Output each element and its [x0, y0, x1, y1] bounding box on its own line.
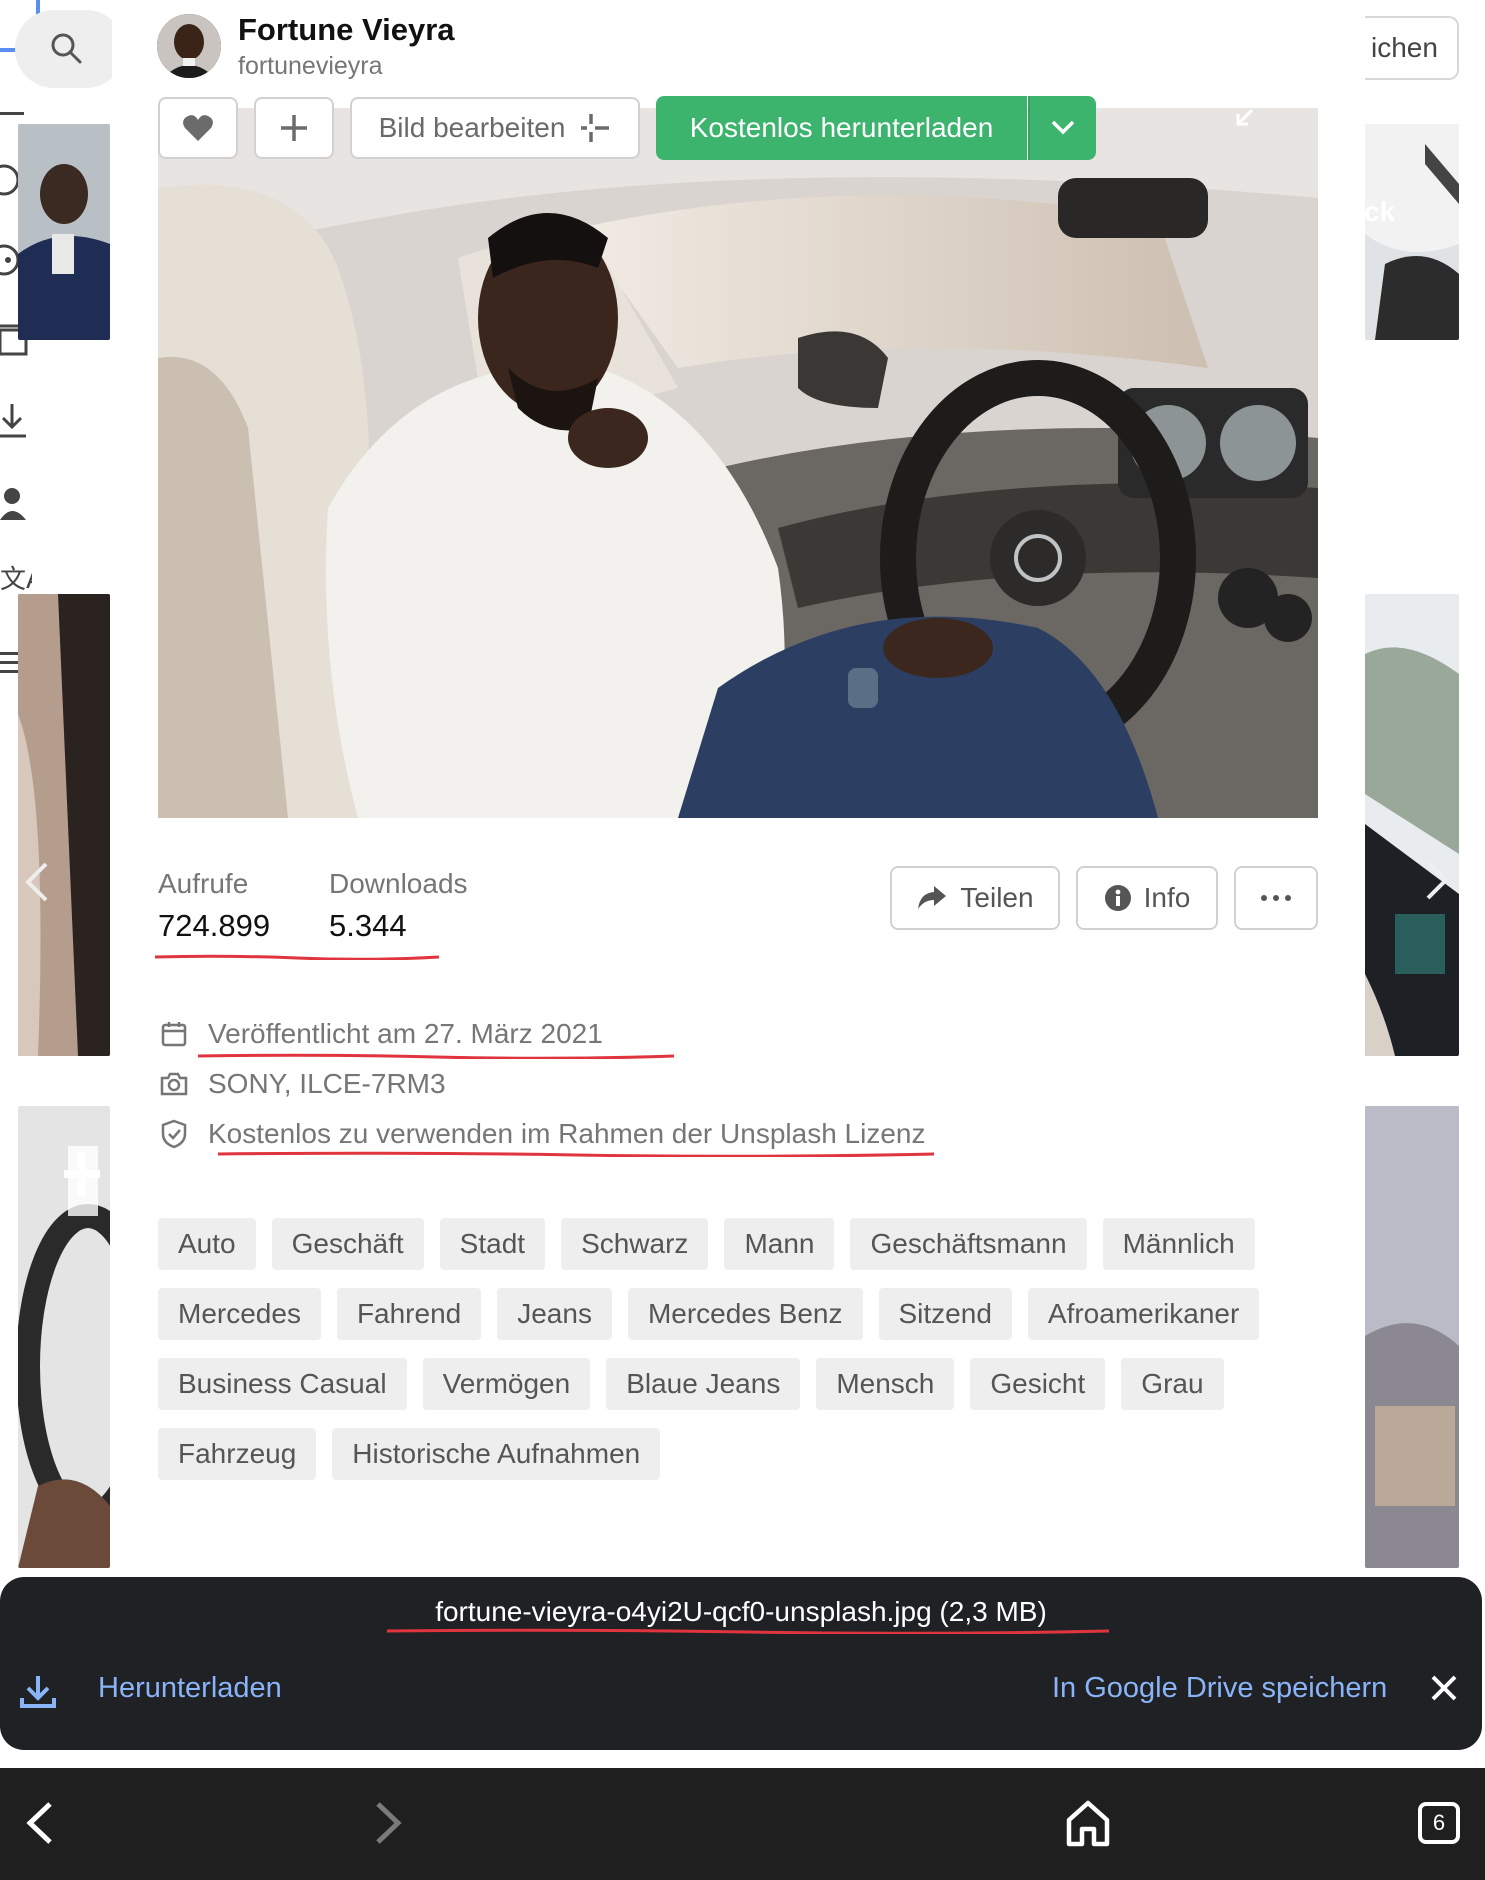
free-download-label: Kostenlos herunterladen	[689, 112, 994, 143]
background-button-partial[interactable]: ichen	[1365, 16, 1459, 80]
license-link[interactable]: Kostenlos zu verwenden im Rahmen der Uns…	[208, 1118, 926, 1150]
search-icon[interactable]	[48, 30, 84, 66]
edit-sparkle-icon	[581, 114, 610, 142]
edit-image-button[interactable]: Bild bearbeiten	[350, 97, 640, 159]
background-thumbnail[interactable]	[18, 124, 110, 340]
plus-icon	[281, 115, 307, 141]
tag-chip[interactable]: Mann	[724, 1218, 835, 1270]
tag-chip[interactable]: Grau	[1121, 1358, 1224, 1410]
background-thumbnail-caption: ck	[1364, 196, 1396, 227]
more-options-button[interactable]	[1234, 866, 1318, 930]
free-download-button[interactable]: Kostenlos herunterladen	[656, 96, 1027, 160]
forward-icon[interactable]	[362, 1798, 412, 1848]
tag-chip[interactable]: Mensch	[816, 1358, 955, 1410]
share-arrow-icon	[918, 886, 947, 909]
chevron-left-icon[interactable]	[24, 860, 50, 904]
like-button[interactable]	[158, 97, 238, 159]
edit-plus-icon[interactable]	[60, 1148, 104, 1200]
license-row: Kostenlos zu verwenden im Rahmen der Uns…	[160, 1114, 926, 1154]
download-side-icon[interactable]	[0, 400, 30, 442]
browser-nav-bar	[0, 1768, 1485, 1880]
background-thumbnail[interactable]	[1365, 1106, 1459, 1568]
tag-chip[interactable]: Blaue Jeans	[606, 1358, 801, 1410]
edit-image-label: Bild bearbeiten	[378, 112, 566, 143]
background-thumbnail[interactable]	[1365, 594, 1459, 1056]
heart-icon	[183, 115, 213, 141]
tag-chip[interactable]: Afroamerikaner	[1027, 1288, 1260, 1340]
back-icon[interactable]	[16, 1798, 66, 1848]
downloads-value: 5.344	[329, 908, 407, 943]
tag-chip[interactable]: Geschäftsmann	[850, 1218, 1087, 1270]
tag-chip[interactable]: Historische Aufnahmen	[332, 1428, 661, 1480]
close-icon[interactable]	[1428, 1672, 1460, 1704]
save-to-drive-button[interactable]: In Google Drive speichern	[1052, 1672, 1387, 1705]
main-photo[interactable]	[158, 108, 1318, 818]
tag-chip[interactable]: Jeans	[497, 1288, 612, 1340]
tag-chip[interactable]: Gesicht	[970, 1358, 1106, 1410]
info-button[interactable]: Info	[1076, 866, 1218, 930]
background-thumbnail[interactable]	[1365, 124, 1459, 340]
tag-chip[interactable]: Auto	[158, 1218, 256, 1270]
annotation-underline	[154, 954, 440, 960]
chevron-right-icon[interactable]	[1424, 858, 1450, 902]
background-thumbnail[interactable]	[18, 594, 110, 1056]
collapse-icon[interactable]	[1232, 106, 1256, 130]
download-filename: fortune-vieyra-o4yi2U-qcf0-unsplash.jpg …	[435, 1596, 1047, 1627]
more-dots-icon	[1261, 895, 1291, 901]
author-name[interactable]: Fortune Vieyra	[238, 12, 455, 48]
info-icon	[1104, 885, 1131, 911]
download-icon[interactable]	[18, 1672, 58, 1712]
user-icon[interactable]	[0, 484, 30, 524]
share-label: Teilen	[960, 882, 1034, 913]
tag-chip[interactable]: Business Casual	[158, 1358, 407, 1410]
tab-switcher-button[interactable]: 6	[1418, 1802, 1460, 1844]
add-to-collection-button[interactable]	[254, 97, 334, 159]
published-row: Veröffentlicht am 27. März 2021	[160, 1014, 603, 1054]
tag-chip[interactable]: Vermögen	[422, 1358, 591, 1410]
camera-icon	[160, 1072, 188, 1096]
menu-line-icon	[0, 112, 24, 115]
calendar-icon	[161, 1022, 187, 1047]
tag-chip[interactable]: Stadt	[439, 1218, 546, 1270]
tab-count: 6	[1432, 1810, 1446, 1835]
chevron-down-icon	[1051, 120, 1075, 135]
tag-chip[interactable]: Mercedes	[158, 1288, 321, 1340]
downloads-label: Downloads	[329, 868, 468, 899]
author-handle[interactable]: fortunevieyra	[238, 52, 383, 81]
shield-check-icon	[161, 1119, 187, 1149]
camera-model[interactable]: SONY, ILCE-7RM3	[208, 1068, 446, 1100]
tag-chip[interactable]: Sitzend	[878, 1288, 1012, 1340]
annotation-underline	[197, 1053, 675, 1059]
tag-chip[interactable]: Fahrzeug	[158, 1428, 317, 1480]
avatar[interactable]	[157, 14, 221, 78]
home-icon[interactable]	[1063, 1798, 1113, 1848]
tag-chip[interactable]: Mercedes Benz	[627, 1288, 863, 1340]
views-value: 724.899	[158, 908, 271, 943]
tag-chip[interactable]: Männlich	[1102, 1218, 1255, 1270]
annotation-underline	[217, 1151, 935, 1157]
info-label: Info	[1143, 882, 1191, 913]
annotation-underline	[386, 1628, 1110, 1634]
download-button[interactable]: Herunterladen	[98, 1672, 282, 1705]
tag-chip[interactable]: Fahrend	[336, 1288, 482, 1340]
camera-row: SONY, ILCE-7RM3	[160, 1064, 446, 1104]
views-label: Aufrufe	[158, 868, 249, 899]
tag-list: Auto Geschäft Stadt Schwarz Mann Geschäf…	[158, 1218, 1308, 1480]
svg-text:文A: 文A	[0, 565, 32, 595]
share-button[interactable]: Teilen	[890, 866, 1060, 930]
published-date: Veröffentlicht am 27. März 2021	[208, 1018, 603, 1049]
download-size-dropdown[interactable]	[1028, 96, 1096, 160]
tag-chip[interactable]: Geschäft	[271, 1218, 424, 1270]
tag-chip[interactable]: Schwarz	[561, 1218, 709, 1270]
